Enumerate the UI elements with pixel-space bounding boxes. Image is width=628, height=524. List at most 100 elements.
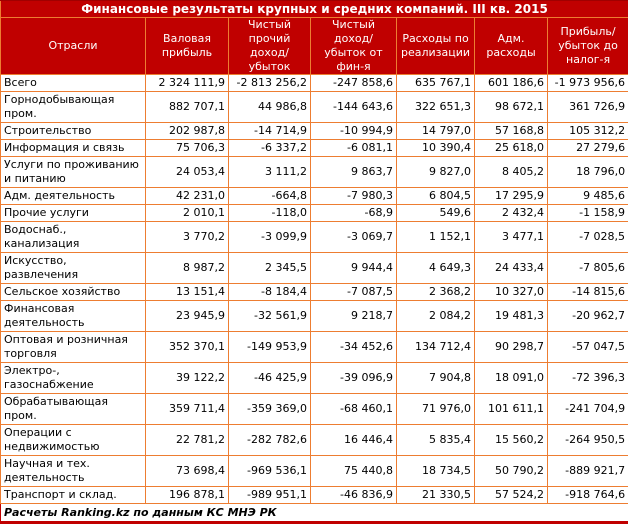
value-gross-profit: 22 781,2 — [146, 425, 229, 456]
value-gross-profit: 24 053,4 — [146, 157, 229, 188]
industry-label: Оптовая и розничная торговля — [1, 332, 146, 363]
value-gross-profit: 202 987,8 — [146, 123, 229, 140]
value-net-other-income: -664,8 — [229, 188, 311, 205]
table-row: Адм. деятельность 42 231,0 -664,8 -7 980… — [1, 188, 628, 205]
table-row: Горнодобывающая пром. 882 707,1 44 986,8… — [1, 92, 628, 123]
value-admin-expenses: 19 481,3 — [475, 301, 548, 332]
value-net-financing-income: 75 440,8 — [311, 456, 397, 487]
value-net-other-income: -989 951,1 — [229, 487, 311, 504]
table-row: Финансовая деятельность 23 945,9 -32 561… — [1, 301, 628, 332]
value-pretax-profit: -7 805,6 — [548, 253, 628, 284]
value-pretax-profit: -918 764,6 — [548, 487, 628, 504]
value-pretax-profit: -1 158,9 — [548, 205, 628, 222]
value-sales-expenses: 5 835,4 — [397, 425, 475, 456]
value-sales-expenses: 134 712,4 — [397, 332, 475, 363]
value-pretax-profit: -1 973 956,6 — [548, 75, 628, 92]
table-row: Операции с недвижимостью 22 781,2 -282 7… — [1, 425, 628, 456]
value-admin-expenses: 601 186,6 — [475, 75, 548, 92]
value-sales-expenses: 1 152,1 — [397, 222, 475, 253]
value-net-other-income: -46 425,9 — [229, 363, 311, 394]
value-net-other-income: -14 714,9 — [229, 123, 311, 140]
value-sales-expenses: 6 804,5 — [397, 188, 475, 205]
value-gross-profit: 73 698,4 — [146, 456, 229, 487]
value-net-financing-income: -34 452,6 — [311, 332, 397, 363]
financial-results-table: Финансовые результаты крупных и средних … — [0, 0, 628, 524]
value-admin-expenses: 3 477,1 — [475, 222, 548, 253]
value-net-financing-income: -68,9 — [311, 205, 397, 222]
value-gross-profit: 196 878,1 — [146, 487, 229, 504]
table-row: Научная и тех. деятельность 73 698,4 -96… — [1, 456, 628, 487]
source-row: Расчеты Ranking.kz по данным КС МНЭ РК — [1, 504, 628, 523]
column-header-gross-profit: Валовая прибыль — [146, 18, 229, 75]
table-row: Обрабатывающая пром. 359 711,4 -359 369,… — [1, 394, 628, 425]
industry-label: Адм. деятельность — [1, 188, 146, 205]
value-gross-profit: 3 770,2 — [146, 222, 229, 253]
value-net-other-income: -2 813 256,2 — [229, 75, 311, 92]
value-net-other-income: -282 782,6 — [229, 425, 311, 456]
industry-label: Сельское хозяйство — [1, 284, 146, 301]
value-admin-expenses: 10 327,0 — [475, 284, 548, 301]
value-gross-profit: 359 711,4 — [146, 394, 229, 425]
industry-label: Горнодобывающая пром. — [1, 92, 146, 123]
table-row: Услуги по проживанию и питанию 24 053,4 … — [1, 157, 628, 188]
value-net-financing-income: 16 446,4 — [311, 425, 397, 456]
value-pretax-profit: -7 028,5 — [548, 222, 628, 253]
value-net-other-income: -969 536,1 — [229, 456, 311, 487]
table-body: Всего 2 324 111,9 -2 813 256,2 -247 858,… — [1, 75, 628, 504]
title-row: Финансовые результаты крупных и средних … — [1, 1, 628, 18]
value-net-other-income: 3 111,2 — [229, 157, 311, 188]
value-admin-expenses: 57 168,8 — [475, 123, 548, 140]
value-net-financing-income: -247 858,6 — [311, 75, 397, 92]
value-gross-profit: 75 706,3 — [146, 140, 229, 157]
value-net-financing-income: 9 218,7 — [311, 301, 397, 332]
value-net-other-income: -32 561,9 — [229, 301, 311, 332]
value-pretax-profit: -20 962,7 — [548, 301, 628, 332]
value-sales-expenses: 549,6 — [397, 205, 475, 222]
value-pretax-profit: 18 796,0 — [548, 157, 628, 188]
industry-label: Операции с недвижимостью — [1, 425, 146, 456]
value-admin-expenses: 57 524,2 — [475, 487, 548, 504]
value-sales-expenses: 4 649,3 — [397, 253, 475, 284]
industry-label: Научная и тех. деятельность — [1, 456, 146, 487]
value-gross-profit: 39 122,2 — [146, 363, 229, 394]
column-header-net-other-income: Чистый прочий доход/убыток — [229, 18, 311, 75]
table-row: Электро-, газоснабжение 39 122,2 -46 425… — [1, 363, 628, 394]
industry-label: Строительство — [1, 123, 146, 140]
value-net-other-income: -118,0 — [229, 205, 311, 222]
value-net-other-income: -3 099,9 — [229, 222, 311, 253]
industry-label: Финансовая деятельность — [1, 301, 146, 332]
industry-label: Услуги по проживанию и питанию — [1, 157, 146, 188]
table-row: Строительство 202 987,8 -14 714,9 -10 99… — [1, 123, 628, 140]
value-net-financing-income: 9 863,7 — [311, 157, 397, 188]
column-header-admin-expenses: Адм. расходы — [475, 18, 548, 75]
value-admin-expenses: 25 618,0 — [475, 140, 548, 157]
table-row: Транспорт и склад. 196 878,1 -989 951,1 … — [1, 487, 628, 504]
value-admin-expenses: 98 672,1 — [475, 92, 548, 123]
value-net-financing-income: -144 643,6 — [311, 92, 397, 123]
value-sales-expenses: 7 904,8 — [397, 363, 475, 394]
industry-label: Искусство, развлечения — [1, 253, 146, 284]
value-pretax-profit: -889 921,7 — [548, 456, 628, 487]
value-net-financing-income: -10 994,9 — [311, 123, 397, 140]
value-pretax-profit: 105 312,2 — [548, 123, 628, 140]
table-row: Прочие услуги 2 010,1 -118,0 -68,9 549,6… — [1, 205, 628, 222]
column-header-pretax-profit: Прибыль/убыток до налог-я — [548, 18, 628, 75]
value-admin-expenses: 90 298,7 — [475, 332, 548, 363]
value-pretax-profit: -72 396,3 — [548, 363, 628, 394]
column-header-net-financing-income: Чистый доход/ убыток от фин-я — [311, 18, 397, 75]
value-sales-expenses: 71 976,0 — [397, 394, 475, 425]
value-gross-profit: 23 945,9 — [146, 301, 229, 332]
value-sales-expenses: 322 651,3 — [397, 92, 475, 123]
value-net-other-income: -359 369,0 — [229, 394, 311, 425]
value-net-financing-income: -68 460,1 — [311, 394, 397, 425]
value-net-financing-income: -7 087,5 — [311, 284, 397, 301]
value-admin-expenses: 15 560,2 — [475, 425, 548, 456]
value-gross-profit: 42 231,0 — [146, 188, 229, 205]
value-net-other-income: -8 184,4 — [229, 284, 311, 301]
value-sales-expenses: 9 827,0 — [397, 157, 475, 188]
value-gross-profit: 2 324 111,9 — [146, 75, 229, 92]
industry-label: Прочие услуги — [1, 205, 146, 222]
industry-label: Водоснаб., канализация — [1, 222, 146, 253]
value-admin-expenses: 50 790,2 — [475, 456, 548, 487]
value-net-financing-income: -3 069,7 — [311, 222, 397, 253]
